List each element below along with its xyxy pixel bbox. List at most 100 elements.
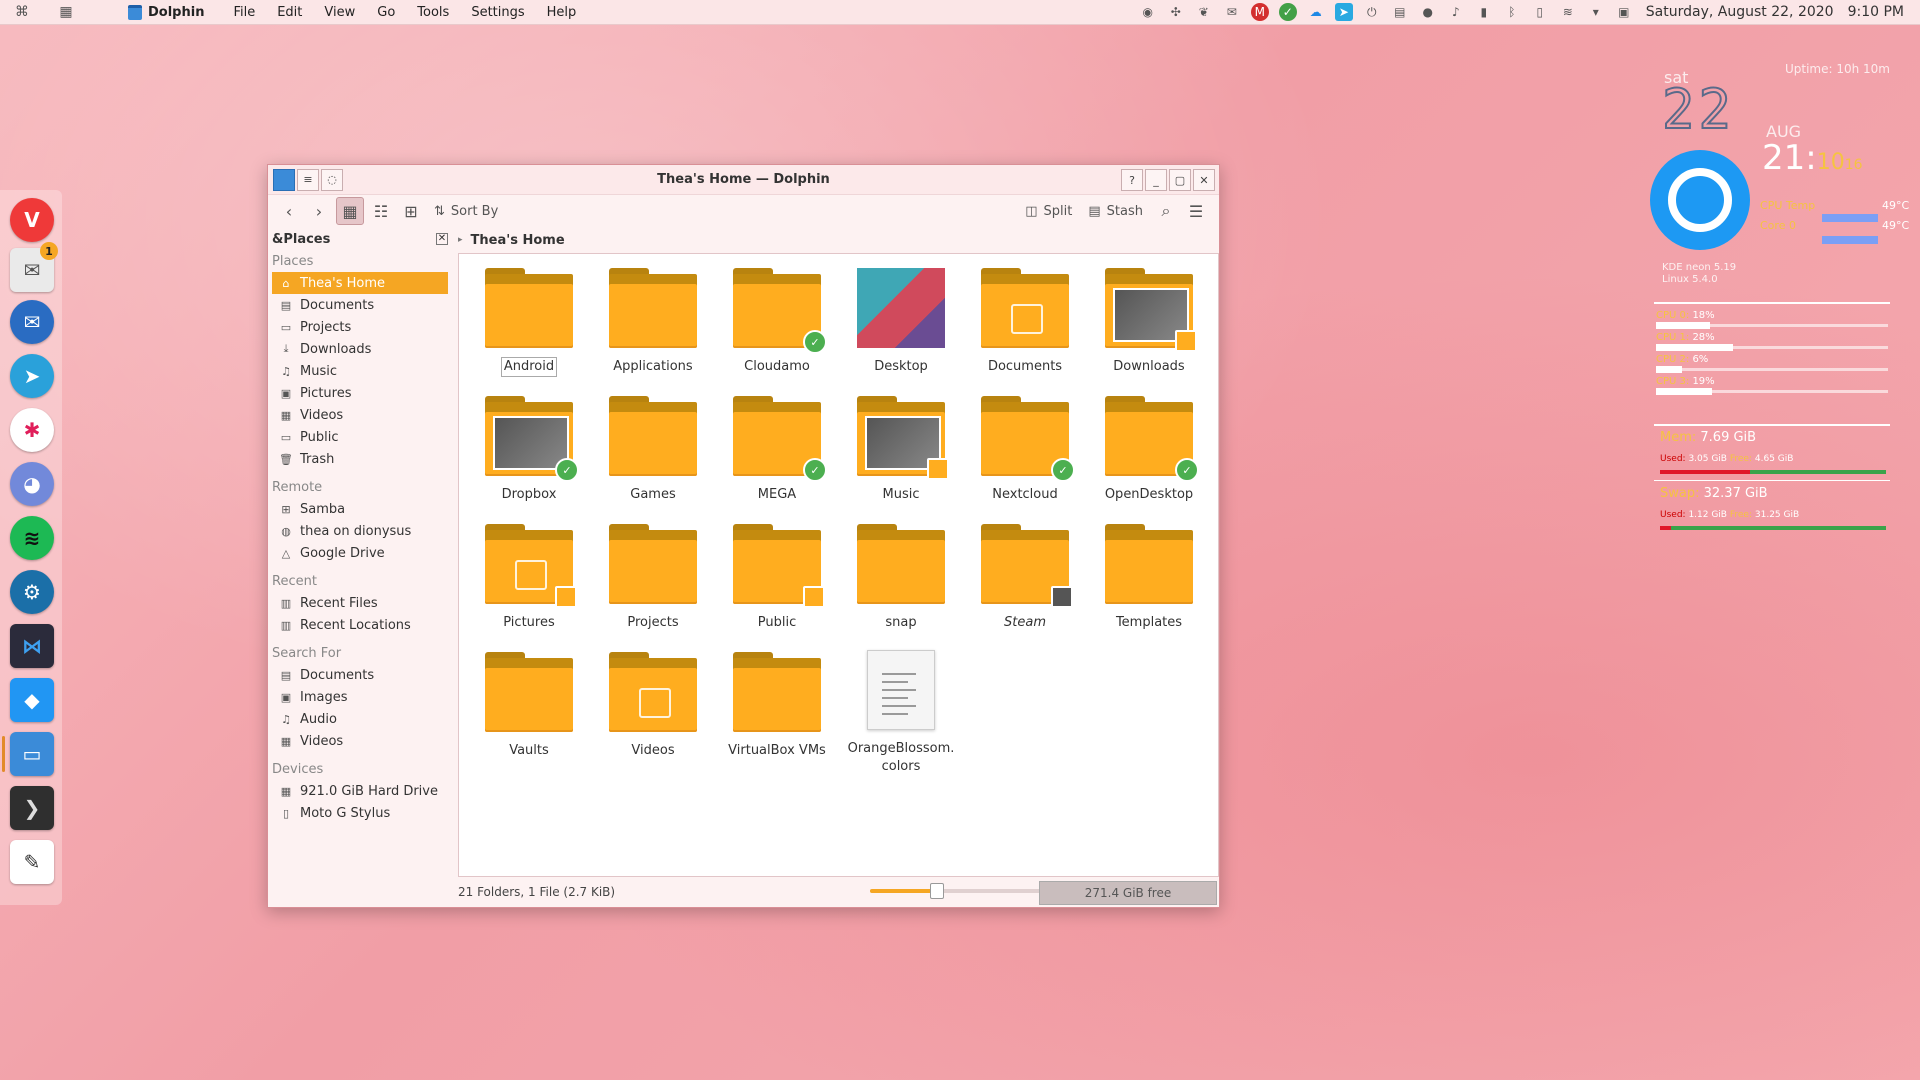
places-item-trash[interactable]: 🗑 Trash — [272, 448, 448, 470]
discord-icon[interactable]: ◕ — [10, 462, 54, 506]
app-launcher-icon[interactable]: ⌘ — [0, 0, 44, 24]
window-menu-button[interactable]: ≡ — [297, 168, 319, 191]
konsole-icon[interactable]: ❯ — [10, 786, 54, 830]
places-item-images[interactable]: ▣ Images — [272, 686, 448, 708]
globe-tray-icon[interactable]: ◉ — [1139, 3, 1157, 21]
file-item[interactable]: ✓ Nextcloud — [963, 392, 1087, 520]
file-item[interactable]: Projects — [591, 520, 715, 648]
notification-tray-icon[interactable]: ● — [1419, 3, 1437, 21]
file-item[interactable]: Vaults — [467, 648, 591, 776]
clipboard-tray-icon[interactable]: ▤ — [1391, 3, 1409, 21]
breadcrumb-arrow-icon[interactable]: ▸ — [458, 235, 463, 245]
close-panel-icon[interactable]: ✕ — [436, 233, 448, 245]
thunderbird-icon[interactable]: ✉ — [10, 300, 54, 344]
places-item-documents[interactable]: ▤ Documents — [272, 664, 448, 686]
help-button[interactable]: ? — [1121, 169, 1143, 191]
minimize-button[interactable]: _ — [1145, 169, 1167, 191]
places-item-moto-g-stylus[interactable]: ▯ Moto G Stylus — [272, 802, 448, 824]
panel-clock[interactable]: Saturday, August 22, 2020 9:10 PM — [1646, 4, 1904, 20]
cloud-tray-icon[interactable]: ☁ — [1307, 3, 1325, 21]
breadcrumb[interactable]: ▸ Thea's Home — [458, 230, 1219, 250]
free-space-indicator[interactable]: 271.4 GiB free — [1039, 881, 1217, 905]
krita-icon[interactable]: ✎ — [10, 840, 54, 884]
mail-tray-icon[interactable]: ✉ — [1223, 3, 1241, 21]
bluetooth-tray-icon[interactable]: ᛒ — [1503, 3, 1521, 21]
vscode-icon[interactable]: ⋈ — [10, 624, 54, 668]
file-item[interactable]: Downloads — [1087, 264, 1211, 392]
pin-button[interactable]: ◌ — [321, 168, 343, 191]
details-view-button[interactable]: ⊞ — [398, 198, 424, 224]
places-item-downloads[interactable]: ⤓ Downloads — [272, 338, 448, 360]
places-item-google-drive[interactable]: △ Google Drive — [272, 542, 448, 564]
virtual-desktop-pager[interactable]: ▦ — [44, 0, 88, 24]
file-item[interactable]: ✓ OpenDesktop — [1087, 392, 1211, 520]
places-item-public[interactable]: ▭ Public — [272, 426, 448, 448]
window-menu-icon[interactable] — [273, 168, 295, 191]
file-item[interactable]: Desktop — [839, 264, 963, 392]
places-item-recent-files[interactable]: ▥ Recent Files — [272, 592, 448, 614]
file-item[interactable]: OrangeBlossom. colors — [839, 648, 963, 776]
network-tray-icon[interactable]: ✣ — [1167, 3, 1185, 21]
zoom-slider[interactable] — [870, 883, 1044, 899]
menu-item-tools[interactable]: Tools — [406, 5, 460, 20]
menu-item-go[interactable]: Go — [366, 5, 406, 20]
places-item-recent-locations[interactable]: ▥ Recent Locations — [272, 614, 448, 636]
telegram-icon[interactable]: ➤ — [10, 354, 54, 398]
breadcrumb-current[interactable]: Thea's Home — [471, 233, 565, 248]
mail-app-icon[interactable]: ✉ 1 — [10, 242, 58, 292]
file-item[interactable]: snap — [839, 520, 963, 648]
steam-icon[interactable]: ⚙ — [10, 570, 54, 614]
phone-tray-icon[interactable]: ▯ — [1531, 3, 1549, 21]
places-item-pictures[interactable]: ▣ Pictures — [272, 382, 448, 404]
menu-item-file[interactable]: File — [222, 5, 266, 20]
menu-item-view[interactable]: View — [313, 5, 366, 20]
forward-button[interactable]: › — [306, 198, 332, 224]
mega-tray-icon[interactable]: M — [1250, 3, 1269, 21]
expand-tray-icon[interactable]: ▾ — [1587, 3, 1605, 21]
menu-item-help[interactable]: Help — [536, 5, 588, 20]
window-titlebar[interactable]: ≡ ◌ Thea's Home — Dolphin ? _ ▢ ✕ — [268, 165, 1219, 195]
vivaldi-icon[interactable]: V — [10, 198, 54, 242]
file-item[interactable]: Steam — [963, 520, 1087, 648]
places-item-projects[interactable]: ▭ Projects — [272, 316, 448, 338]
icons-view-button[interactable]: ▦ — [336, 197, 364, 225]
menu-item-edit[interactable]: Edit — [266, 5, 313, 20]
file-item[interactable]: Applications — [591, 264, 715, 392]
wifi-tray-icon[interactable]: ≋ — [1559, 3, 1577, 21]
discover-icon[interactable]: ◆ — [10, 678, 54, 722]
stop-tray-icon[interactable]: ▣ — [1615, 3, 1633, 21]
places-item-music[interactable]: ♫ Music — [272, 360, 448, 382]
places-item-thea-s-home[interactable]: ⌂ Thea's Home — [272, 272, 448, 294]
file-item[interactable]: Documents — [963, 264, 1087, 392]
hamburger-menu-button[interactable]: ☰ — [1183, 198, 1209, 224]
menu-item-settings[interactable]: Settings — [460, 5, 535, 20]
file-item[interactable]: Templates — [1087, 520, 1211, 648]
search-button[interactable]: ⌕ — [1153, 198, 1179, 224]
file-item[interactable]: ✓ MEGA — [715, 392, 839, 520]
file-item[interactable]: Pictures — [467, 520, 591, 648]
places-item-921-0-gib-hard-drive[interactable]: ▦ 921.0 GiB Hard Drive — [272, 780, 448, 802]
file-item[interactable]: Music — [839, 392, 963, 520]
check-tray-icon[interactable]: ✓ — [1278, 3, 1297, 21]
battery-tray-icon[interactable]: ▮ — [1475, 3, 1493, 21]
places-item-thea-on-dionysus[interactable]: ◍ thea on dionysus — [272, 520, 448, 542]
compact-view-button[interactable]: ☷ — [368, 198, 394, 224]
telegram-tray-icon[interactable]: ➤ — [1334, 3, 1353, 21]
file-item[interactable]: Videos — [591, 648, 715, 776]
places-item-samba[interactable]: ⊞ Samba — [272, 498, 448, 520]
file-item[interactable]: ✓ Dropbox — [467, 392, 591, 520]
dolphin-dock-icon[interactable]: ▭ — [10, 732, 54, 776]
file-item[interactable]: Games — [591, 392, 715, 520]
places-item-documents[interactable]: ▤ Documents — [272, 294, 448, 316]
places-item-videos[interactable]: ▦ Videos — [272, 404, 448, 426]
sort-by-button[interactable]: ⇅ Sort By — [428, 198, 504, 224]
spotify-icon[interactable]: ≋ — [10, 516, 54, 560]
split-button[interactable]: ◫ Split — [1019, 198, 1078, 224]
maximize-button[interactable]: ▢ — [1169, 169, 1191, 191]
places-item-videos[interactable]: ▦ Videos — [272, 730, 448, 752]
zoom-handle[interactable] — [930, 883, 945, 899]
file-item[interactable]: Public — [715, 520, 839, 648]
file-item[interactable]: Android — [467, 264, 591, 392]
file-view[interactable]: Android Applications ✓ Cloudamo Desktop Docum… — [458, 253, 1219, 877]
places-item-audio[interactable]: ♫ Audio — [272, 708, 448, 730]
